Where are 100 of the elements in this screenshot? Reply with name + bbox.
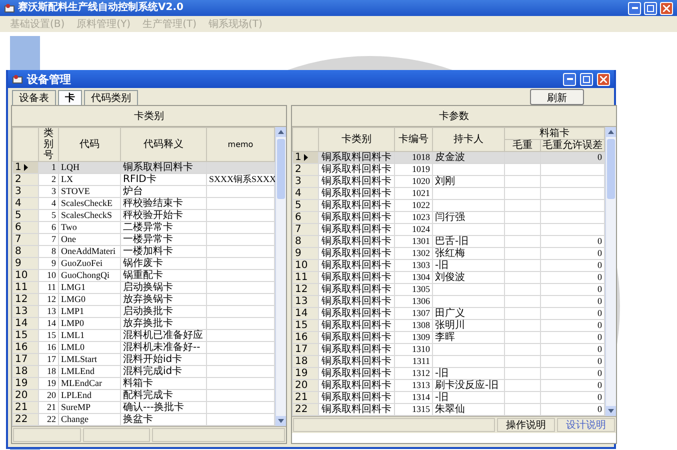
table-cell: LQH <box>58 162 120 174</box>
row-header: 6 <box>12 222 38 234</box>
table-cell: 确认---换批卡 <box>120 402 206 414</box>
maximize-button[interactable] <box>644 2 657 14</box>
row-header: 18 <box>12 366 38 378</box>
vertical-scrollbar[interactable] <box>605 127 616 416</box>
table-cell: 铜系取料回料卡 <box>318 212 394 224</box>
table-cell: LML0 <box>58 342 120 354</box>
close-button[interactable] <box>597 72 610 86</box>
column-header[interactable]: 代码 <box>58 128 120 162</box>
table-cell <box>540 164 604 176</box>
minimize-button[interactable] <box>563 72 576 86</box>
table-cell: LMP0 <box>58 318 120 330</box>
table-cell: 铜系取料回料卡 <box>318 296 394 308</box>
column-header[interactable]: 卡类别 <box>318 128 394 152</box>
table-cell <box>206 162 274 174</box>
table-cell <box>206 246 274 258</box>
window-title: 赛沃斯配料生产线自动控制系统V2.0 <box>18 1 184 15</box>
column-header[interactable]: 代码释义 <box>120 128 206 162</box>
row-header: 21 <box>12 402 38 414</box>
table-cell <box>540 200 604 212</box>
status-segment <box>13 428 80 442</box>
close-icon <box>600 76 607 82</box>
table-cell <box>206 414 274 426</box>
column-header[interactable]: 毛重允许误差 <box>540 140 604 152</box>
table-cell: 巴舌-旧 <box>432 236 504 248</box>
table-cell: 刘刚 <box>432 176 504 188</box>
table-cell <box>432 296 504 308</box>
row-header: 20 <box>12 390 38 402</box>
corner-header <box>292 128 318 152</box>
table-cell: 铜系取料回料卡 <box>318 392 394 404</box>
table-cell <box>432 284 504 296</box>
down-arrow-icon <box>608 409 614 413</box>
table-cell: 铜系取料回料卡 <box>318 344 394 356</box>
table-cell <box>432 200 504 212</box>
table-cell: 混料机未准备好-- <box>120 342 206 354</box>
table-cell <box>432 164 504 176</box>
table-cell: LMLEnd <box>58 366 120 378</box>
table-cell <box>206 282 274 294</box>
maximize-button[interactable] <box>580 72 593 86</box>
table-cell: GuoChongQi <box>58 270 120 282</box>
table-cell: 铜系取料回料卡 <box>318 164 394 176</box>
table-cell <box>432 188 504 200</box>
table-cell: 0 <box>540 152 604 164</box>
tab[interactable]: 代码类别 <box>84 90 138 105</box>
table-cell: 铜系取料回料卡 <box>318 368 394 380</box>
minimize-icon <box>632 7 638 9</box>
table-cell <box>432 344 504 356</box>
table-cell: 放弃换批卡 <box>120 318 206 330</box>
row-header: 4 <box>12 198 38 210</box>
column-header[interactable]: memo <box>206 128 274 162</box>
close-button[interactable] <box>660 2 673 14</box>
table-cell <box>206 258 274 270</box>
column-header[interactable]: 类别号 <box>38 128 58 162</box>
table-cell: 铜系取料回料卡 <box>318 284 394 296</box>
row-header: 17 <box>12 354 38 366</box>
table-cell: 铜系取料回料卡 <box>318 380 394 392</box>
row-header: 13 <box>292 296 318 308</box>
table-cell: 朱翠仙 <box>432 404 504 416</box>
tab[interactable]: 设备表 <box>12 90 56 105</box>
scroll-thumb[interactable] <box>607 139 615 199</box>
table-cell: 0 <box>540 344 604 356</box>
table-cell: 0 <box>540 272 604 284</box>
table-cell: 铜系取料回料卡 <box>318 200 394 212</box>
table-cell <box>206 330 274 342</box>
table-cell: 秤校验结束卡 <box>120 198 206 210</box>
vertical-scrollbar[interactable] <box>275 127 286 426</box>
table-cell: 刘俊波 <box>432 272 504 284</box>
row-header: 16 <box>12 342 38 354</box>
column-header[interactable]: 卡编号 <box>394 128 432 152</box>
table-cell: 0 <box>540 260 604 272</box>
tab[interactable]: 卡 <box>58 90 82 105</box>
table-cell: 换盆卡 <box>120 414 206 426</box>
table-cell: SXXX铜系SXXX <box>206 174 274 186</box>
row-header: 13 <box>12 306 38 318</box>
table-cell: 铜系取料回料卡 <box>318 404 394 416</box>
design-notes-link[interactable]: 设计说明 <box>557 418 615 432</box>
row-header: 1 <box>292 152 318 164</box>
table-cell: 混料完成id卡 <box>120 366 206 378</box>
table-cell: 铜系取料回料卡 <box>318 260 394 272</box>
table-cell: 铜系取料回料卡 <box>120 162 206 174</box>
table-cell: 启动换锅卡 <box>120 282 206 294</box>
table-cell: 一楼加料卡 <box>120 246 206 258</box>
minimize-button[interactable] <box>628 2 641 14</box>
column-group-header: 料箱卡 <box>504 128 604 140</box>
row-header: 22 <box>292 404 318 416</box>
row-header: 22 <box>12 414 38 426</box>
status-text: 操作说明 <box>497 418 555 432</box>
table-cell <box>206 234 274 246</box>
table-cell: 0 <box>540 380 604 392</box>
table-cell <box>206 318 274 330</box>
table-cell <box>540 224 604 236</box>
refresh-button[interactable]: 刷新 <box>530 89 584 105</box>
panel-header: 卡类别 <box>12 106 286 127</box>
table-cell: Change <box>58 414 120 426</box>
table-cell: 刷卡没反应-旧 <box>432 380 504 392</box>
column-header[interactable]: 毛重 <box>504 140 540 152</box>
scroll-thumb[interactable] <box>277 139 285 199</box>
column-header[interactable]: 持卡人 <box>432 128 504 152</box>
table-cell: LPLEnd <box>58 390 120 402</box>
